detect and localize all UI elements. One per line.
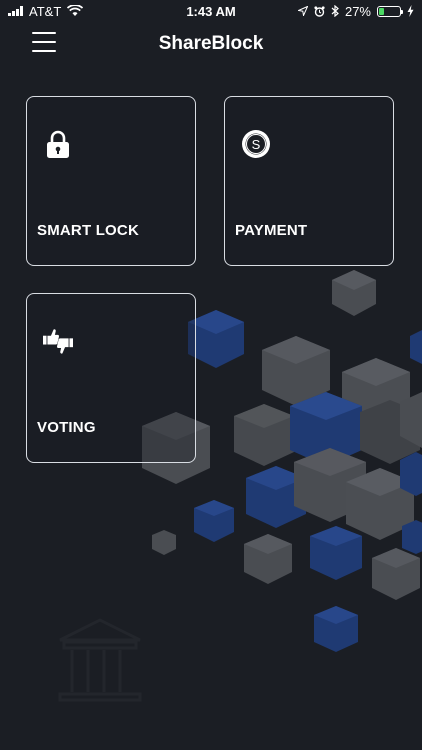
carrier-label: AT&T xyxy=(29,3,62,19)
hamburger-menu-icon[interactable] xyxy=(32,32,56,52)
gray-cube xyxy=(372,548,420,600)
gray-cube xyxy=(234,404,294,466)
gray-cube xyxy=(332,270,376,316)
blue-cube xyxy=(400,452,422,496)
clock: 1:43 AM xyxy=(186,3,236,19)
blue-cube xyxy=(314,606,358,652)
nav-bar: ShareBlock xyxy=(0,22,422,66)
battery-percent: 27% xyxy=(344,3,371,19)
wifi-icon xyxy=(67,5,84,16)
coin-s-icon: S xyxy=(242,130,270,158)
thumbs-up-down-icon xyxy=(43,329,73,354)
signal-icon xyxy=(8,6,23,16)
status-bar: AT&T 1:43 AM 27% xyxy=(0,0,422,22)
voting-label: VOTING xyxy=(37,419,96,436)
building-watermark-icon xyxy=(58,618,142,702)
status-right: 27% xyxy=(297,3,414,19)
blue-cube xyxy=(402,520,422,554)
payment-tile[interactable]: S PAYMENT xyxy=(224,96,394,266)
alarm-icon xyxy=(314,5,325,17)
blue-cube xyxy=(188,310,244,368)
status-left: AT&T xyxy=(8,3,84,19)
smart-lock-tile[interactable]: SMART LOCK xyxy=(26,96,196,266)
gray-cube xyxy=(152,530,176,555)
charging-icon xyxy=(407,5,414,17)
location-icon xyxy=(297,6,308,16)
app-title: ShareBlock xyxy=(158,33,264,54)
smart-lock-label: SMART LOCK xyxy=(37,222,139,239)
blue-cube xyxy=(194,500,234,542)
blue-cube xyxy=(410,330,422,364)
gray-cube xyxy=(244,534,292,584)
lock-icon xyxy=(47,130,69,158)
battery-icon xyxy=(377,5,403,17)
payment-label: PAYMENT xyxy=(235,222,308,239)
bluetooth-icon xyxy=(331,5,339,17)
svg-text:S: S xyxy=(252,137,261,152)
blue-cube xyxy=(310,526,362,580)
voting-tile[interactable]: VOTING xyxy=(26,293,196,463)
